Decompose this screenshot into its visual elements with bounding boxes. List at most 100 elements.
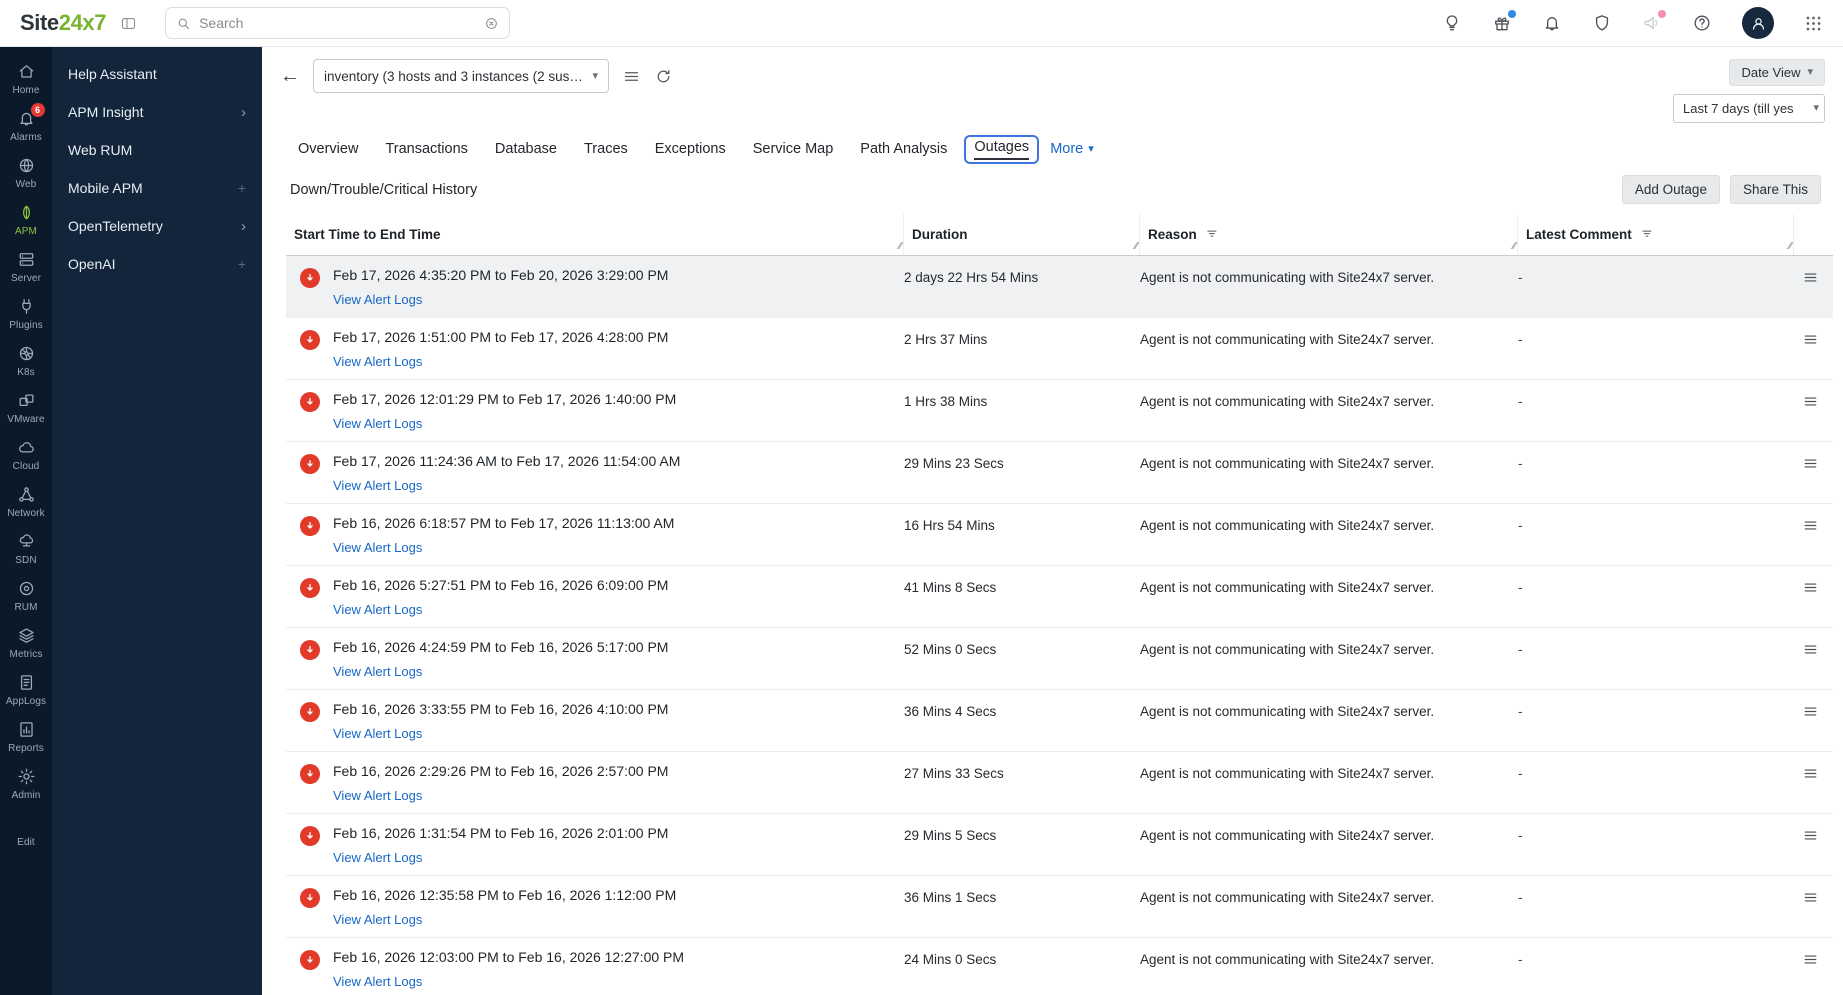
row-actions-icon[interactable] [1802,331,1819,348]
tab-outages[interactable]: Outages [964,134,1040,164]
view-alert-logs-link[interactable]: View Alert Logs [333,354,422,369]
view-alert-logs-link[interactable]: View Alert Logs [333,726,422,741]
page-title: Down/Trouble/Critical History [290,181,478,198]
column-header-start-time-to-end-time[interactable]: Start Time to End Time ∕∕ [286,214,904,255]
view-alert-logs-link[interactable]: View Alert Logs [333,664,422,679]
sidebar-item-alarms[interactable]: 6 Alarms [0,102,52,149]
outage-time-range: Feb 16, 2026 6:18:57 PM to Feb 17, 2026 … [333,515,675,531]
row-actions-icon[interactable] [1802,455,1819,472]
row-actions-icon[interactable] [1802,641,1819,658]
outage-duration: 36 Mins 1 Secs [904,890,997,905]
sidebar-item-rum[interactable]: RUM [0,572,52,619]
idea-icon[interactable] [1442,13,1462,33]
view-alert-logs-link[interactable]: View Alert Logs [333,912,422,927]
add-outage-button[interactable]: Add Outage [1621,175,1720,204]
back-arrow-icon[interactable]: ← [280,66,300,86]
clear-search-icon[interactable] [484,16,499,31]
apps-grid-icon[interactable] [1804,14,1823,33]
outage-duration: 16 Hrs 54 Mins [904,518,995,533]
outage-reason: Agent is not communicating with Site24x7… [1140,456,1435,471]
flyout-item-mobile-apm[interactable]: Mobile APM + [52,169,262,207]
view-alert-logs-link[interactable]: View Alert Logs [333,602,422,617]
view-alert-logs-link[interactable]: View Alert Logs [333,540,422,555]
sidebar-item-network[interactable]: Network [0,478,52,525]
row-actions-icon[interactable] [1802,889,1819,906]
help-icon[interactable] [1692,13,1712,33]
view-alert-logs-link[interactable]: View Alert Logs [333,788,422,803]
global-search[interactable] [165,7,511,39]
tab-exceptions[interactable]: Exceptions [645,135,736,163]
outage-comment: - [1518,952,1523,967]
outage-duration: 29 Mins 5 Secs [904,828,997,843]
down-status-icon [300,826,320,846]
whats-new-icon[interactable] [1492,10,1516,33]
sidebar-item-cloud[interactable]: Cloud [0,431,52,478]
tab-traces[interactable]: Traces [574,135,638,163]
sidebar-item-reports[interactable]: Reports [0,713,52,760]
column-header-latest-comment[interactable]: Latest Comment ∕∕ [1518,214,1794,255]
flyout-item-opentelemetry[interactable]: OpenTelemetry › [52,207,262,245]
announcements-icon[interactable] [1642,10,1666,33]
monitor-select[interactable]: inventory (3 hosts and 3 instances (2 su… [313,59,609,93]
view-alert-logs-link[interactable]: View Alert Logs [333,478,422,493]
sidebar-item-server[interactable]: Server [0,243,52,290]
date-view-button[interactable]: Date View ▾ [1729,59,1825,86]
sidebar-toggle-icon[interactable] [120,15,137,32]
topbar: Site24x7 [0,0,1843,47]
outage-time-range: Feb 16, 2026 12:35:58 PM to Feb 16, 2026… [333,887,677,903]
row-actions-icon[interactable] [1802,579,1819,596]
search-input[interactable] [199,15,477,31]
outage-duration: 2 Hrs 37 Mins [904,332,988,347]
user-avatar[interactable] [1742,7,1774,39]
flyout-item-help-assistant[interactable]: Help Assistant [52,55,262,93]
time-period-select[interactable]: Last 7 days (till yes ▾ [1673,94,1825,123]
sidebar-item-admin[interactable]: Admin [0,760,52,807]
outage-row: Feb 17, 2026 4:35:20 PM to Feb 20, 2026 … [286,256,1833,318]
list-view-icon[interactable] [622,67,641,86]
refresh-icon[interactable] [654,67,673,86]
row-actions-icon[interactable] [1802,827,1819,844]
flyout-item-apm-insight[interactable]: APM Insight › [52,93,262,131]
section-header: Down/Trouble/Critical History Add Outage… [262,167,1843,210]
caret-down-icon: ▾ [1088,142,1094,155]
filter-icon[interactable] [1205,227,1220,242]
view-alert-logs-link[interactable]: View Alert Logs [333,292,422,307]
tab-service-map[interactable]: Service Map [743,135,844,163]
flyout-item-openai[interactable]: OpenAI + [52,245,262,283]
row-actions-icon[interactable] [1802,393,1819,410]
sidebar-item-home[interactable]: Home [0,55,52,102]
notifications-icon[interactable] [1542,13,1562,33]
tab-transactions[interactable]: Transactions [375,135,477,163]
sidebar-item-apm[interactable]: APM [0,196,52,243]
row-actions-icon[interactable] [1802,765,1819,782]
health-icon[interactable] [1592,13,1612,33]
outage-reason: Agent is not communicating with Site24x7… [1140,642,1435,657]
sidebar-item-applogs[interactable]: AppLogs [0,666,52,713]
outage-reason: Agent is not communicating with Site24x7… [1140,828,1435,843]
tab-more[interactable]: More ▾ [1046,135,1098,163]
row-actions-icon[interactable] [1802,951,1819,968]
sidebar-item-edit[interactable]: Edit [0,807,52,854]
filter-icon[interactable] [1640,227,1655,242]
row-actions-icon[interactable] [1802,269,1819,286]
view-alert-logs-link[interactable]: View Alert Logs [333,974,422,989]
sidebar-item-metrics[interactable]: Metrics [0,619,52,666]
column-header-duration[interactable]: Duration ∕∕ [904,214,1140,255]
share-this-button[interactable]: Share This [1729,175,1821,204]
sidebar-item-sdn[interactable]: SDN [0,525,52,572]
sidebar-item-vmware[interactable]: VMware [0,384,52,431]
tab-overview[interactable]: Overview [288,135,368,163]
outage-row: Feb 16, 2026 2:29:26 PM to Feb 16, 2026 … [286,752,1833,814]
flyout-item-web-rum[interactable]: Web RUM [52,131,262,169]
tab-path-analysis[interactable]: Path Analysis [850,135,957,163]
view-alert-logs-link[interactable]: View Alert Logs [333,850,422,865]
sidebar-item-k8s[interactable]: K8s [0,337,52,384]
row-actions-icon[interactable] [1802,517,1819,534]
view-alert-logs-link[interactable]: View Alert Logs [333,416,422,431]
notification-dot [1658,10,1666,18]
row-actions-icon[interactable] [1802,703,1819,720]
tab-database[interactable]: Database [485,135,567,163]
sidebar-item-web[interactable]: Web [0,149,52,196]
sidebar-item-plugins[interactable]: Plugins [0,290,52,337]
column-header-reason[interactable]: Reason ∕∕ [1140,214,1518,255]
